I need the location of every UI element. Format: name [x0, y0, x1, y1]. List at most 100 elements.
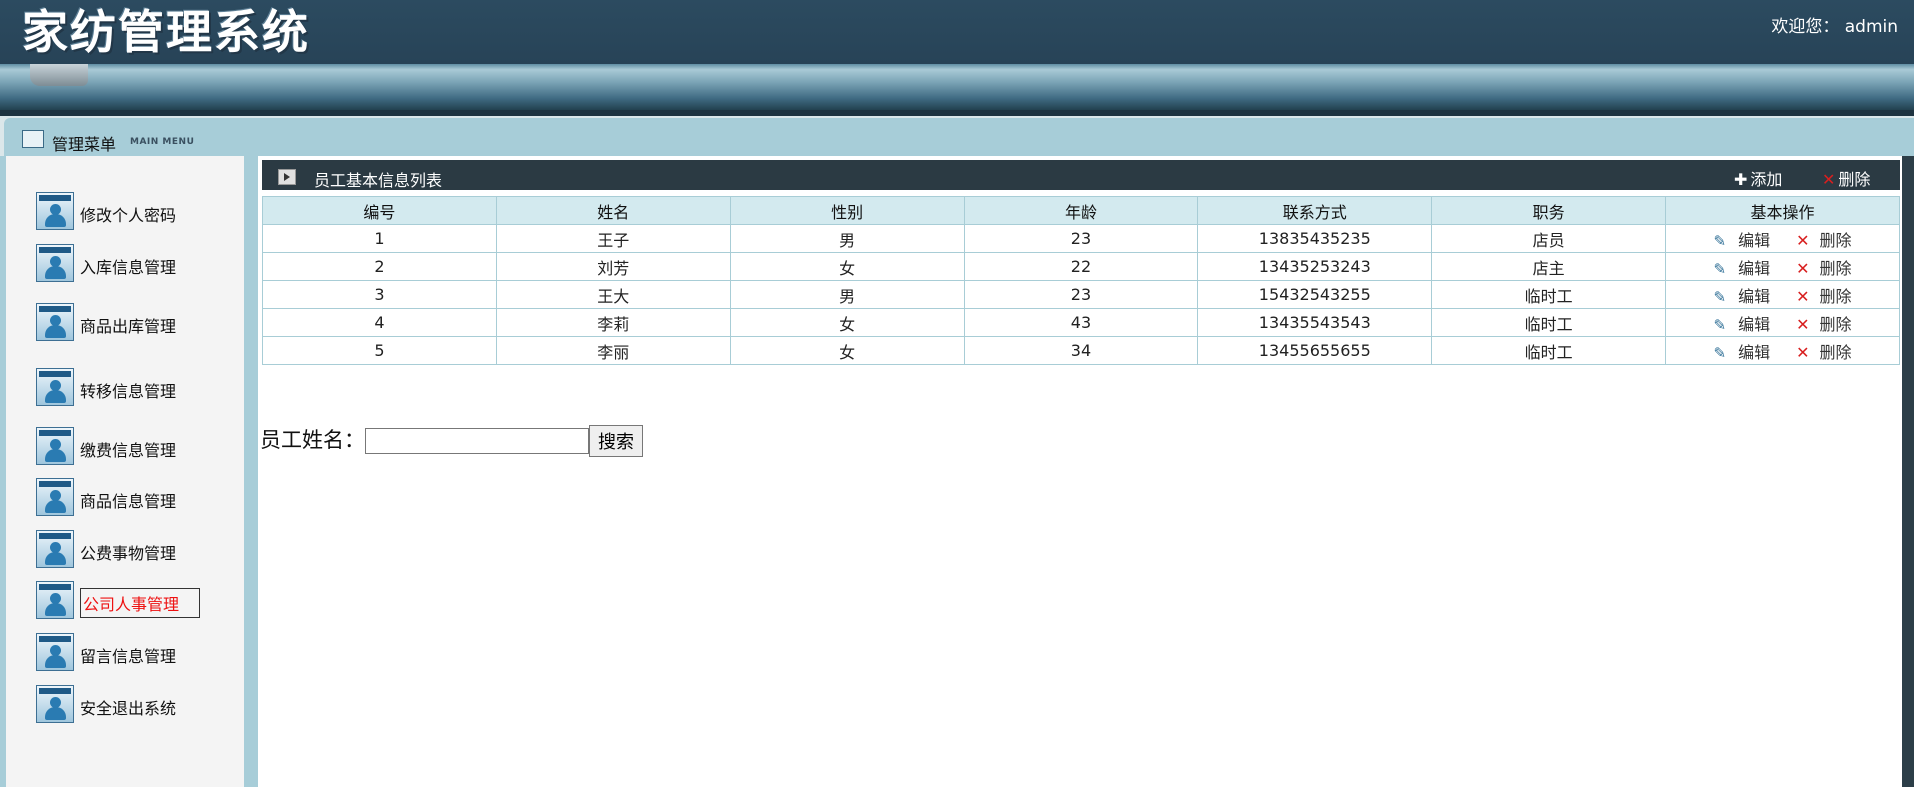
- edit-link[interactable]: ✎ 编辑: [1714, 343, 1771, 362]
- column-header: 基本操作: [1665, 196, 1900, 225]
- sidebar-item[interactable]: 安全退出系统: [36, 685, 236, 725]
- edit-label: 编辑: [1738, 230, 1771, 250]
- sidebar-item-label: 商品信息管理: [80, 492, 177, 511]
- row-operations: ✎ 编辑 ✕ 删除: [1665, 224, 1900, 253]
- user-icon: [36, 633, 74, 671]
- table-cell: 22: [963, 252, 1199, 281]
- sidebar-item[interactable]: 商品信息管理: [36, 478, 236, 518]
- sidebar-item[interactable]: 公司人事管理: [36, 581, 236, 621]
- add-button[interactable]: ✚ 添加: [1734, 166, 1782, 190]
- row-operations: ✎ 编辑 ✕ 删除: [1665, 252, 1900, 281]
- menu-icon: [22, 130, 44, 148]
- row-operations: ✎ 编辑 ✕ 删除: [1665, 280, 1900, 309]
- remove-label: 删除: [1819, 258, 1852, 278]
- user-icon: [36, 192, 74, 230]
- remove-link[interactable]: ✕ 删除: [1770, 315, 1851, 334]
- remove-label: 删除: [1819, 342, 1852, 362]
- sidebar-item[interactable]: 商品出库管理: [36, 303, 236, 343]
- table-cell: 男: [729, 224, 965, 253]
- employee-table: 编号 姓名 性别 年龄 联系方式 职务 基本操作 1 王子男 23 13835435235 店员 ✎ 编…: [262, 196, 1900, 365]
- remove-label: 删除: [1819, 230, 1852, 250]
- sidebar-item-label: 入库信息管理: [80, 258, 177, 277]
- header-divider: [0, 110, 1914, 116]
- pencil-icon: ✎: [1713, 343, 1727, 362]
- table-header-row: 编号 姓名 性别 年龄 联系方式 职务 基本操作: [262, 196, 1900, 225]
- user-icon: [36, 530, 74, 568]
- sidebar-item-label: 转移信息管理: [80, 382, 177, 401]
- panel-title: 员工基本信息列表: [314, 171, 443, 190]
- sidebar-item-label: 商品出库管理: [80, 317, 177, 336]
- table-cell: 临时工: [1431, 308, 1667, 337]
- column-header: 联系方式: [1197, 196, 1433, 225]
- edit-link[interactable]: ✎ 编辑: [1714, 287, 1771, 306]
- table-cell: 13435543543: [1197, 308, 1433, 337]
- menu-subtitle: MAIN MENU: [130, 137, 195, 147]
- remove-link[interactable]: ✕ 删除: [1770, 287, 1851, 306]
- close-icon: ✕: [1796, 314, 1810, 334]
- table-cell: 店员: [1431, 224, 1667, 253]
- system-title: 家纺管理系统: [22, 5, 310, 59]
- sidebar-item[interactable]: 转移信息管理: [36, 368, 236, 408]
- table-cell: 刘芳: [495, 252, 731, 281]
- table-cell: 临时工: [1431, 280, 1667, 309]
- table-cell: 王子: [495, 224, 731, 253]
- sidebar-item-label: 公费事物管理: [80, 544, 177, 563]
- remove-link[interactable]: ✕ 删除: [1770, 259, 1851, 278]
- table-cell: 13835435235: [1197, 224, 1433, 253]
- search-input[interactable]: [365, 428, 589, 454]
- header-band: [0, 64, 1914, 110]
- plus-icon: ✚: [1734, 170, 1748, 189]
- delete-button[interactable]: ✕ 删除: [1822, 166, 1870, 190]
- sidebar-item[interactable]: 修改个人密码: [36, 192, 236, 232]
- column-header: 性别: [729, 196, 965, 225]
- pencil-icon: ✎: [1713, 231, 1727, 250]
- table-row: 5 李丽女 34 13455655655 临时工 ✎ 编辑 ✕ 删除: [262, 336, 1900, 365]
- remove-link[interactable]: ✕ 删除: [1770, 343, 1851, 362]
- user-icon: [36, 685, 74, 723]
- table-cell: 李莉: [495, 308, 731, 337]
- edit-label: 编辑: [1738, 342, 1771, 362]
- sidebar-item-label: 修改个人密码: [80, 206, 177, 225]
- user-icon: [36, 368, 74, 406]
- table-cell: 23: [963, 280, 1199, 309]
- sidebar-item-label: 留言信息管理: [80, 647, 177, 666]
- sidebar-item[interactable]: 入库信息管理: [36, 244, 236, 284]
- edit-link[interactable]: ✎ 编辑: [1714, 259, 1771, 278]
- pencil-icon: ✎: [1713, 315, 1727, 334]
- edit-label: 编辑: [1738, 286, 1771, 306]
- user-icon: [36, 303, 74, 341]
- search-bar: 员工姓名： 搜索: [260, 424, 643, 457]
- close-icon: ✕: [1796, 258, 1810, 278]
- table-cell: 男: [729, 280, 965, 309]
- remove-label: 删除: [1819, 314, 1852, 334]
- close-icon: ✕: [1822, 170, 1836, 189]
- table-cell: 4: [262, 308, 497, 337]
- sidebar-item-label: 缴费信息管理: [80, 441, 177, 460]
- sidebar-item[interactable]: 缴费信息管理: [36, 427, 236, 467]
- row-operations: ✎ 编辑 ✕ 删除: [1665, 336, 1900, 365]
- table-cell: 15432543255: [1197, 280, 1433, 309]
- close-icon: ✕: [1796, 342, 1810, 362]
- row-operations: ✎ 编辑 ✕ 删除: [1665, 308, 1900, 337]
- user-icon: [36, 244, 74, 282]
- table-cell: 临时工: [1431, 336, 1667, 365]
- top-header: 家纺管理系统 欢迎您： admin: [0, 0, 1914, 64]
- search-button[interactable]: 搜索: [589, 425, 643, 457]
- remove-link[interactable]: ✕ 删除: [1770, 231, 1851, 250]
- table-cell: 女: [729, 336, 965, 365]
- panel-header: 员工基本信息列表 ✚ 添加 ✕ 删除: [262, 160, 1900, 190]
- edit-link[interactable]: ✎ 编辑: [1714, 315, 1771, 334]
- column-header: 编号: [262, 196, 497, 225]
- edit-link[interactable]: ✎ 编辑: [1714, 231, 1771, 250]
- table-cell: 1: [262, 224, 497, 253]
- table-cell: 李丽: [495, 336, 731, 365]
- sidebar-item[interactable]: 公费事物管理: [36, 530, 236, 570]
- table-cell: 女: [729, 252, 965, 281]
- content-area: 员工基本信息列表 ✚ 添加 ✕ 删除 编号 姓名 性别 年龄 联系方式 职务 基本操作 1 王子男…: [258, 156, 1902, 787]
- column-header: 姓名: [495, 196, 731, 225]
- sidebar-item[interactable]: 留言信息管理: [36, 633, 236, 673]
- remove-label: 删除: [1819, 286, 1852, 306]
- pencil-icon: ✎: [1713, 287, 1727, 306]
- user-icon: [36, 427, 74, 465]
- search-label: 员工姓名：: [260, 428, 365, 452]
